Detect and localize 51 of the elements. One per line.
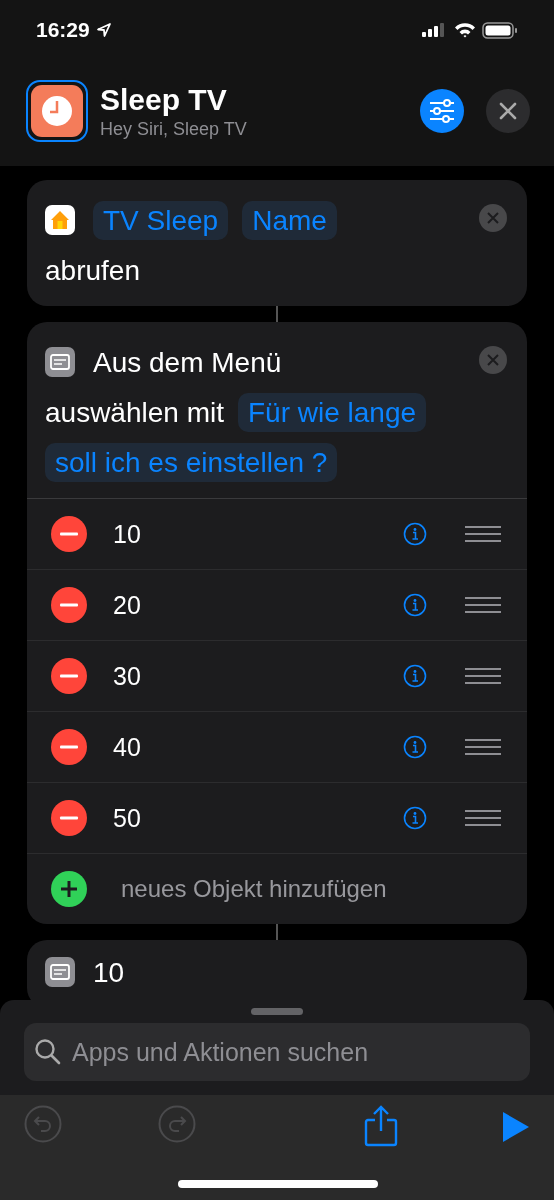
info-icon[interactable] — [403, 522, 427, 546]
menu-item-label[interactable]: 30 — [113, 661, 403, 691]
close-icon — [487, 354, 499, 366]
menu-item-label[interactable]: 20 — [113, 590, 403, 620]
action-text: auswählen mit — [45, 397, 224, 428]
menu-item-label[interactable]: 40 — [113, 732, 403, 762]
variable-token[interactable]: TV Sleep — [93, 201, 229, 240]
drag-handle-icon[interactable] — [465, 808, 501, 828]
info-icon[interactable] — [403, 735, 427, 759]
action-text: 10 — [93, 957, 125, 988]
variable-token[interactable]: Name — [242, 201, 337, 240]
home-app-icon — [45, 204, 75, 235]
share-button[interactable] — [364, 1105, 398, 1147]
delete-icon[interactable] — [51, 516, 87, 552]
menu-item-label[interactable]: 50 — [113, 803, 403, 833]
variable-token[interactable]: Für wie lange — [238, 393, 427, 432]
add-item-label[interactable]: neues Objekt hinzufügen — [121, 875, 387, 903]
shortcut-title: Sleep TV — [100, 82, 228, 117]
info-icon[interactable] — [403, 593, 427, 617]
menu-icon — [45, 346, 75, 377]
settings-button[interactable] — [420, 89, 464, 133]
action-text: Aus dem Menü — [93, 347, 282, 378]
drag-handle-icon[interactable] — [465, 595, 501, 615]
close-icon — [499, 102, 517, 120]
search-icon — [34, 1038, 62, 1066]
sliders-icon — [429, 99, 455, 123]
wifi-icon — [454, 22, 476, 38]
info-icon[interactable] — [403, 806, 427, 830]
delete-icon[interactable] — [51, 587, 87, 623]
menu-icon — [45, 956, 75, 987]
status-time: 16:29 — [36, 18, 90, 42]
clock-app-icon[interactable] — [26, 80, 88, 142]
run-button[interactable] — [502, 1111, 530, 1143]
location-arrow-icon — [95, 22, 112, 38]
sheet-handle[interactable] — [251, 1008, 303, 1015]
drag-handle-icon[interactable] — [465, 737, 501, 757]
drag-handle-icon[interactable] — [465, 666, 501, 686]
delete-icon[interactable] — [51, 800, 87, 836]
add-icon[interactable] — [51, 871, 87, 907]
close-icon — [487, 212, 499, 224]
battery-icon — [482, 21, 518, 39]
search-field[interactable]: Apps und Aktionen suchen — [24, 1023, 530, 1081]
action-text: abrufen — [45, 255, 140, 286]
close-button[interactable] — [486, 89, 530, 133]
shortcut-subtitle: Hey Siri, Sleep TV — [100, 118, 248, 140]
delete-icon[interactable] — [51, 658, 87, 694]
menu-item-label[interactable]: 10 — [113, 519, 403, 549]
drag-handle-icon[interactable] — [465, 524, 501, 544]
delete-icon[interactable] — [51, 729, 87, 765]
variable-token[interactable]: soll ich es einstellen ? — [45, 443, 338, 482]
info-icon[interactable] — [403, 664, 427, 688]
